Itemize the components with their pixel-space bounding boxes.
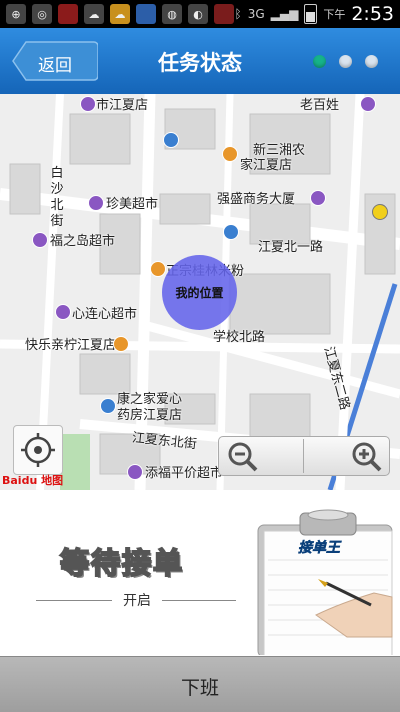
map-label-zhenmei: 珍美超市 [106, 197, 159, 212]
food-icon [113, 336, 129, 352]
page-dot-2[interactable] [339, 55, 352, 68]
system-status: ᛒ 3G ▂▄▆ 下午 2:53 [235, 3, 395, 25]
battery-icon [304, 4, 318, 24]
page-dot-1[interactable] [313, 55, 326, 68]
app2-icon [214, 4, 234, 24]
map-label-tianfu: 添福平价超市 [145, 466, 224, 481]
map-label-fuzhidao: 福之岛超市 [50, 234, 116, 249]
clipboard-illustration: 接单王 [256, 505, 396, 658]
page-indicator [313, 55, 378, 68]
bus-stop-icon [163, 132, 179, 148]
zoom-out-icon [228, 442, 258, 472]
page-dot-3[interactable] [365, 55, 378, 68]
zoom-out-button[interactable] [225, 439, 261, 473]
wechat-icon: ◐ [188, 4, 208, 24]
divider-left [36, 600, 112, 601]
gps-icon: ◎ [32, 4, 52, 24]
status-time: 2:53 [351, 3, 394, 25]
bank-icon [372, 204, 388, 220]
off-duty-button[interactable]: 下班 [0, 656, 400, 712]
cloud-icon: ☁ [110, 4, 130, 24]
clipboard-brand-text: 接单王 [298, 540, 341, 557]
poi-icon [32, 232, 48, 248]
locate-button[interactable] [13, 425, 63, 475]
network-type: 3G [247, 7, 265, 21]
bus-stop-icon [223, 224, 239, 240]
off-duty-button-label: 下班 [180, 677, 219, 699]
open-status-label: 开启 [123, 593, 151, 609]
news-icon [136, 4, 156, 24]
globe-icon: ◍ [162, 4, 182, 24]
map-label-beijie: 北 [50, 198, 64, 213]
map-label-kuaile: 快乐亲柠江夏店 [25, 338, 117, 353]
my-location-label: 我的位置 [175, 286, 224, 300]
weather-icon: ☁ [84, 4, 104, 24]
notification-icons: ⊕ ◎ ☁ ☁ ◍ ◐ [6, 4, 234, 24]
bluetooth-icon: ᛒ [234, 7, 242, 21]
status-ampm: 下午 [323, 8, 346, 21]
poi-icon [80, 96, 96, 112]
clipboard-icon [257, 509, 393, 658]
zoom-control [218, 436, 390, 476]
map-label-baiyun: 白 [50, 166, 64, 181]
add-icon: ⊕ [6, 4, 26, 24]
app-icon [58, 4, 78, 24]
poi-icon [310, 190, 326, 206]
map-label-jiangxia-store: 市江夏店 [96, 98, 149, 113]
map-label-qiangsheng: 强盛商务大厦 [217, 192, 296, 207]
poi-icon [88, 195, 104, 211]
food-icon [150, 261, 166, 277]
status-bar: ⊕ ◎ ☁ ☁ ◍ ◐ ᛒ 3G ▂▄▆ 下午 2:53 [0, 0, 400, 28]
baidu-map-logo: Baidu 地图 [2, 474, 64, 487]
zoom-in-button[interactable] [349, 439, 385, 473]
map-label-shashe: 沙 [50, 182, 64, 197]
zoom-in-icon [352, 442, 382, 472]
divider-right [162, 600, 236, 601]
map-label-jiangxia-bei1: 江夏北一路 [258, 240, 324, 255]
poi-icon [55, 304, 71, 320]
food-icon [222, 146, 238, 162]
pharmacy-icon [100, 398, 116, 414]
map-label-xinlianxin: 心连心超市 [72, 307, 138, 322]
title-bar: 返回 任务状态 [0, 28, 400, 94]
locate-icon [21, 433, 55, 467]
waiting-for-orders-text: 等待接单 [59, 545, 185, 581]
map-label-xuexiao-bei: 学校北路 [213, 330, 266, 345]
map-label-jie: 街 [50, 214, 64, 229]
poi-icon [360, 96, 376, 112]
signal-icon: ▂▄▆ [270, 7, 299, 21]
map-label-yaofang: 药房江夏店 [117, 408, 183, 423]
map-label-laobaixing: 老百姓 [300, 98, 340, 113]
poi-icon [127, 464, 143, 480]
zoom-divider [303, 439, 304, 473]
map-label-jiangxia-shop: 家江夏店 [240, 158, 293, 173]
